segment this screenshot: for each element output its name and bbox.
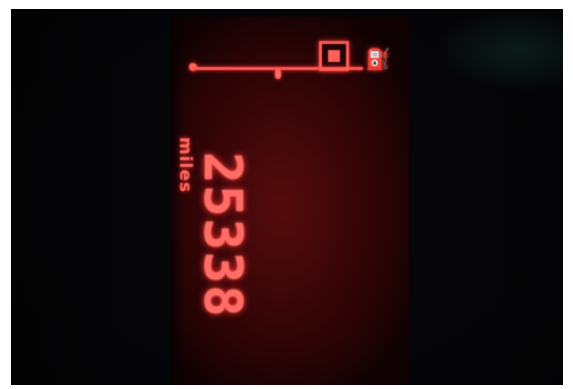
segment-indicator-icon (319, 41, 349, 71)
odometer-reading: 25338 (192, 152, 252, 319)
instrument-display: ⛽ miles 25338 (171, 17, 409, 385)
gauge-bar-marker (275, 69, 281, 79)
dashboard-photo: ⛽ miles 25338 (11, 9, 563, 385)
display-bezel-shadow (171, 17, 185, 385)
fuel-pump-icon: ⛽ (365, 47, 391, 71)
